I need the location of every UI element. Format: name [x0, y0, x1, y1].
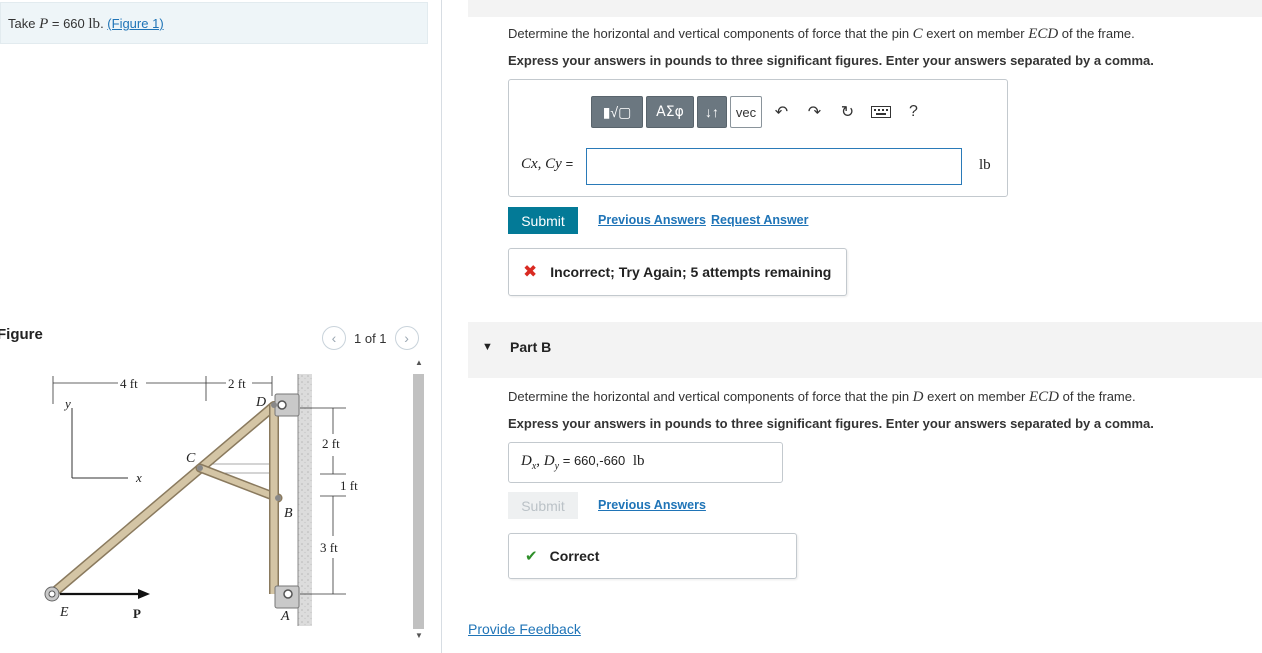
dx-dy-label: Dx, Dy — [521, 453, 560, 472]
undo-button[interactable]: ↶ — [765, 96, 798, 128]
redo-button[interactable]: ↷ — [798, 96, 831, 128]
part-a-unit: lb — [979, 157, 991, 173]
part-a-question-post: of the frame. — [1058, 26, 1135, 41]
force-p-label: P — [133, 606, 141, 621]
incorrect-feedback: ✖ Incorrect; Try Again; 5 attempts remai… — [508, 248, 847, 296]
part-a-question: Determine the horizontal and vertical co… — [508, 26, 1135, 43]
figure-link[interactable]: (Figure 1) — [107, 16, 163, 31]
part-b-submit-button: Submit — [508, 492, 578, 519]
part-a-submit-button[interactable]: Submit — [508, 207, 578, 234]
frame-diagram: 4 ft 2 ft 2 ft 1 ft 3 ft y x D C B A E P — [44, 374, 358, 626]
dim-2ft-label: 2 ft — [322, 436, 340, 451]
chevron-right-icon: › — [404, 330, 409, 346]
provide-feedback-link[interactable]: Provide Feedback — [468, 621, 581, 637]
templates-icon: ▮√▢ — [602, 103, 632, 120]
dx-dy-value: 660,-660 — [573, 453, 626, 468]
chevron-left-icon: ‹ — [331, 330, 337, 346]
part-b-title: Part B — [510, 339, 552, 355]
part-b-member: ECD — [1029, 389, 1060, 405]
part-b-question-pre: Determine the horizontal and vertical co… — [508, 389, 913, 404]
templates-button[interactable]: ▮√▢ — [591, 96, 643, 128]
cx-cy-label-text: Cx, Cy — [521, 156, 562, 172]
reset-button[interactable]: ↻ — [831, 96, 864, 128]
part-a-previous-answers-link[interactable]: Previous Answers — [598, 213, 706, 227]
point-e-label: E — [59, 605, 69, 620]
dx-dy-eq: = — [562, 453, 571, 468]
given-equation: = 660 — [48, 16, 89, 31]
help-button[interactable]: ? — [897, 96, 930, 128]
arrows-icon: ↓↑ — [705, 104, 719, 120]
vector-button[interactable]: vec — [730, 96, 762, 128]
dim-4ft-label: 4 ft — [120, 376, 138, 391]
part-b-instruction: Express your answers in pounds to three … — [508, 416, 1154, 431]
part-b-question-post: of the frame. — [1059, 389, 1136, 404]
incorrect-text: Incorrect; Try Again; 5 attempts remaini… — [550, 264, 832, 280]
keyboard-button[interactable] — [864, 96, 897, 128]
cx-cy-label: Cx, Cy = — [521, 156, 573, 173]
given-variable: P — [39, 16, 49, 32]
member-cb — [197, 465, 281, 501]
greek-symbols-button[interactable]: ΑΣφ — [646, 96, 694, 128]
y-axis-label: y — [63, 396, 71, 411]
part-b-pin: D — [912, 389, 924, 405]
point-b-label: B — [284, 506, 293, 521]
part-b-previous-answers-link[interactable]: Previous Answers — [598, 498, 706, 512]
close-icon: ✖ — [523, 262, 538, 282]
x-axis-label: x — [135, 470, 142, 485]
scroll-up-icon[interactable]: ▲ — [411, 358, 427, 367]
figure-title: Figure — [0, 326, 43, 343]
point-d-label: D — [255, 395, 266, 410]
math-toolbar: ▮√▢ ΑΣφ ↓↑ vec ↶ ↷ ↻ ? — [591, 96, 930, 128]
part-a-answer-box: ▮√▢ ΑΣφ ↓↑ vec ↶ ↷ ↻ ? Cx, Cy = lb — [508, 79, 1008, 197]
point-a-label: A — [280, 609, 290, 624]
page: Take P = 660 lb. (Figure 1) Figure ‹ 1 o… — [0, 0, 1262, 653]
correct-feedback: ✔ Correct — [508, 533, 797, 579]
part-a-question-pre: Determine the horizontal and vertical co… — [508, 26, 913, 41]
member-ecd — [48, 402, 278, 598]
reset-icon: ↻ — [840, 104, 855, 121]
sub-superscript-button[interactable]: ↓↑ — [697, 96, 727, 128]
check-icon: ✔ — [525, 547, 538, 565]
given-unit: lb — [88, 16, 101, 32]
pager-text: 1 of 1 — [354, 330, 387, 346]
given-values-bar: Take P = 660 lb. (Figure 1) — [0, 2, 428, 44]
correct-text: Correct — [549, 548, 600, 564]
wall — [298, 374, 312, 626]
cx-cy-eq: = — [565, 156, 574, 171]
figure-scrollbar[interactable]: ▲ ▼ — [411, 358, 427, 645]
part-a-pin: C — [912, 26, 923, 42]
vec-label: vec — [735, 104, 757, 120]
question-panel: Determine the horizontal and vertical co… — [468, 0, 1262, 653]
dim-3ft-label: 3 ft — [320, 540, 338, 555]
help-icon: ? — [909, 103, 918, 120]
caret-down-icon: ▼ — [482, 341, 493, 353]
keyboard-icon — [870, 106, 891, 118]
frame-figure: 4 ft 2 ft 2 ft 1 ft 3 ft y x D C B A E P — [0, 356, 410, 651]
part-a-member: ECD — [1028, 26, 1059, 42]
redo-icon: ↷ — [807, 104, 822, 121]
dim-2ft-top-label: 2 ft — [228, 376, 246, 391]
cx-cy-input[interactable] — [586, 148, 962, 185]
point-c-label: C — [186, 451, 196, 466]
part-a-instruction: Express your answers in pounds to three … — [508, 53, 1154, 68]
scrollbar-thumb[interactable] — [413, 374, 424, 629]
part-b-header[interactable]: ▼ Part B — [468, 322, 1262, 378]
part-b-answer-box: Dx, Dy = 660,-660 lb — [508, 442, 783, 483]
dim-1ft-label: 1 ft — [340, 478, 358, 493]
part-a-header-strip — [468, 0, 1262, 17]
prev-figure-button[interactable]: ‹ — [322, 326, 346, 350]
given-prefix: Take — [8, 16, 36, 31]
part-b-question: Determine the horizontal and vertical co… — [508, 389, 1136, 406]
undo-icon: ↶ — [774, 104, 789, 121]
figure-panel: Take P = 660 lb. (Figure 1) Figure ‹ 1 o… — [0, 0, 442, 653]
part-b-unit: lb — [632, 453, 645, 469]
request-answer-link[interactable]: Request Answer — [711, 213, 808, 227]
scroll-down-icon[interactable]: ▼ — [411, 631, 427, 640]
next-figure-button[interactable]: › — [394, 326, 419, 350]
greek-label: ΑΣφ — [656, 104, 684, 120]
part-b-question-mid: exert on member — [923, 389, 1030, 404]
figure-pager: ‹ 1 of 1 › — [322, 326, 419, 350]
part-a-question-mid: exert on member — [922, 26, 1029, 41]
